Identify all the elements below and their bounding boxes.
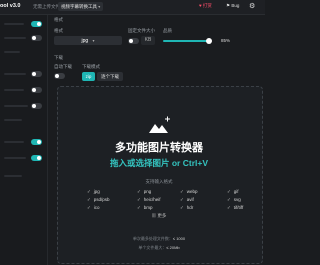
tool-selector[interactable]: 视频字幕转换工具 ▾ [58, 2, 104, 11]
format-item: ✓ tif/tiff [227, 205, 244, 210]
sidebar-row [4, 35, 44, 41]
check-icon: ✓ [227, 205, 231, 210]
format-item: ✓ bmp [137, 205, 153, 210]
image-upload-icon [149, 116, 170, 133]
file-count-limit-label: 单次最多处理文件数： [132, 236, 173, 241]
sidebar [0, 15, 48, 265]
keep-size-unit: KB [144, 37, 152, 43]
quality-slider-track[interactable] [163, 40, 208, 42]
sidebar-toggle[interactable] [31, 139, 42, 145]
check-icon: ✓ [227, 189, 231, 194]
format-item: ✓ heic/heif [137, 197, 161, 202]
file-size-limit-label: 单个文件最大： [138, 245, 167, 250]
sidebar-row [4, 21, 44, 27]
check-icon: ✓ [180, 205, 184, 210]
format-item: ✓ svg [227, 197, 241, 202]
bug-label: Bug [231, 3, 240, 8]
format-item: ✓ avif [180, 197, 194, 202]
sidebar-row [4, 173, 44, 179]
file-count-limit: 单次最多处理文件数：≤ 1000 [57, 236, 261, 242]
check-icon: ✓ [87, 205, 91, 210]
format-item: ✓ ico [87, 205, 100, 210]
file-size-limit-value: ≤ 20Mb [166, 245, 180, 250]
quality-slider-handle[interactable] [206, 38, 212, 44]
tool-selector-label: 视频字幕转换工具 [61, 4, 97, 9]
gear-icon[interactable]: ⚙ [249, 2, 255, 10]
format-item: ✓ jpg [87, 189, 100, 194]
bug-report-button[interactable]: ⚑ Bug [226, 3, 239, 9]
format-item: ✓ gif [227, 189, 239, 194]
auto-download-label: 自动下载 [54, 64, 72, 69]
donate-button[interactable]: ♥ 打赏 [199, 3, 212, 9]
sidebar-toggle[interactable] [31, 21, 42, 27]
file-size-limit: 单个文件最大：≤ 20Mb [57, 245, 261, 251]
sidebar-toggle[interactable] [31, 103, 42, 109]
auto-download-toggle[interactable] [54, 73, 65, 79]
sidebar-row [4, 71, 44, 77]
sidebar-row [4, 87, 44, 93]
format-section-title: 格式 [54, 17, 63, 22]
quality-label: 品质 [163, 28, 172, 33]
sidebar-toggle[interactable] [31, 35, 42, 41]
bug-icon: ⚑ [226, 3, 231, 8]
top-bar: ool v3.0 无需上传文件 视频字幕转换工具 ▾ ♥ 打赏 ⚑ Bug ⚙ [0, 0, 265, 15]
check-icon: ✓ [227, 197, 231, 202]
format-item: ✓ hdr [180, 205, 194, 210]
quality-value: 85% [221, 38, 231, 43]
download-section-title: 下载 [54, 55, 63, 60]
more-formats-label: 更多 [157, 213, 167, 218]
sidebar-row [4, 117, 44, 123]
grid-icon: ▦ [151, 213, 157, 218]
check-icon: ✓ [87, 197, 91, 202]
sidebar-row [4, 155, 44, 161]
format-item: ✓ webp [180, 189, 198, 194]
no-upload-link[interactable]: 无需上传文件 [33, 4, 60, 10]
format-label: 格式 [54, 28, 63, 33]
app-title: ool v3.0 [0, 3, 21, 9]
sidebar-toggle[interactable] [31, 71, 42, 77]
sidebar-toggle[interactable] [31, 87, 42, 93]
sidebar-row [4, 139, 44, 145]
formats-title: 支持输入格式 [145, 179, 173, 184]
check-icon: ✓ [87, 189, 91, 194]
keep-size-toggle[interactable] [128, 38, 139, 44]
more-formats-button[interactable]: ▦ 更多 [57, 213, 261, 219]
keep-size-input[interactable]: KB [141, 36, 155, 45]
check-icon: ✓ [137, 189, 141, 194]
format-item: ✓ psd/psb [87, 197, 110, 202]
check-icon: ✓ [180, 197, 184, 202]
keep-size-label: 固定文件大小 [128, 28, 155, 33]
chevron-down-icon: ▾ [92, 38, 95, 43]
drop-zone-subtitle: 拖入或选择图片 or Ctrl+V [110, 158, 208, 168]
check-icon: ✓ [137, 205, 141, 210]
sidebar-toggle[interactable] [31, 155, 42, 161]
file-count-limit-value: ≤ 1000 [172, 236, 186, 241]
download-mode-label: 下载模式 [82, 64, 100, 69]
single-download-button[interactable]: 逐个下载 [97, 72, 123, 81]
sidebar-row [4, 49, 44, 55]
format-item: ✓ png [137, 189, 152, 194]
sidebar-row [4, 103, 44, 109]
chevron-down-icon: ▾ [98, 4, 101, 9]
check-icon: ✓ [180, 189, 184, 194]
zip-download-button[interactable]: zip [82, 72, 95, 81]
check-icon: ✓ [137, 197, 141, 202]
format-select-value: jpg [81, 38, 89, 44]
drop-zone-title: 多功能图片转换器 [115, 142, 203, 154]
format-select[interactable]: jpg ▾ [54, 36, 122, 45]
